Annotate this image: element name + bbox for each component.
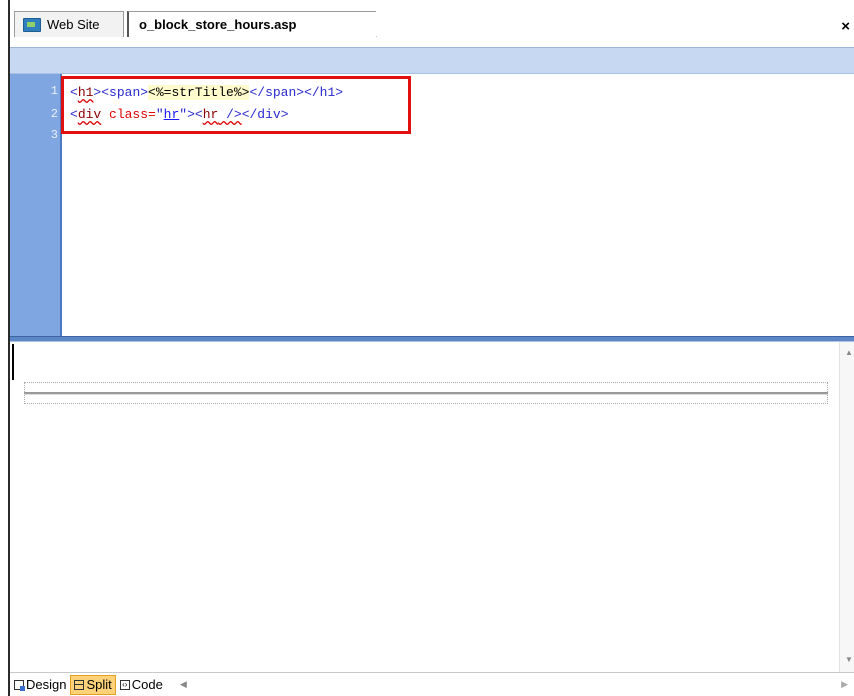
- highlight-annotation-box: [61, 76, 411, 134]
- tab-label: Web Site: [47, 17, 100, 32]
- line-number: 3: [50, 128, 58, 142]
- code-view-button[interactable]: ‹› Code: [117, 675, 166, 695]
- text-caret: [12, 344, 14, 380]
- design-horizontal-rule: [24, 392, 828, 395]
- tab-label: o_block_store_hours.asp: [139, 17, 297, 32]
- design-view[interactable]: ▲ ▼: [10, 342, 854, 672]
- scroll-right-icon[interactable]: ▶: [841, 679, 848, 690]
- design-icon: [14, 679, 25, 691]
- tab-slant: [376, 11, 398, 37]
- close-icon[interactable]: ×: [841, 18, 850, 35]
- code-icon: ‹›: [119, 679, 130, 690]
- website-folder-icon: [23, 17, 41, 32]
- scroll-up-icon[interactable]: ▲: [845, 348, 853, 357]
- code-editor[interactable]: 1 2 3 <h1><span><%=strTitle%></span></h1…: [10, 74, 854, 336]
- split-view-label: Split: [86, 677, 112, 692]
- design-view-label: Design: [26, 677, 67, 692]
- editor-toolbar: [10, 48, 854, 74]
- scroll-down-icon[interactable]: ▼: [845, 655, 853, 664]
- design-view-button[interactable]: Design: [11, 675, 69, 695]
- line-number-gutter: 1 2 3: [10, 74, 62, 336]
- tab-web-site[interactable]: Web Site: [14, 11, 124, 37]
- line-number: 2: [50, 107, 58, 121]
- split-view-button[interactable]: Split: [70, 674, 116, 695]
- code-view-label: Code: [131, 677, 163, 692]
- line-number: 1: [50, 84, 58, 98]
- vertical-scrollbar[interactable]: ▲ ▼: [839, 342, 854, 672]
- tab-o-block-store-hours[interactable]: o_block_store_hours.asp: [127, 11, 398, 37]
- split-icon: [74, 679, 85, 690]
- scroll-left-icon[interactable]: ◀: [180, 679, 187, 690]
- view-switcher-bar: Design Split ‹› Code ◀ ▶: [10, 672, 854, 696]
- document-tab-strip: Web Site o_block_store_hours.asp ×: [10, 0, 854, 48]
- editor-window: Web Site o_block_store_hours.asp × 1 2 3…: [8, 0, 854, 696]
